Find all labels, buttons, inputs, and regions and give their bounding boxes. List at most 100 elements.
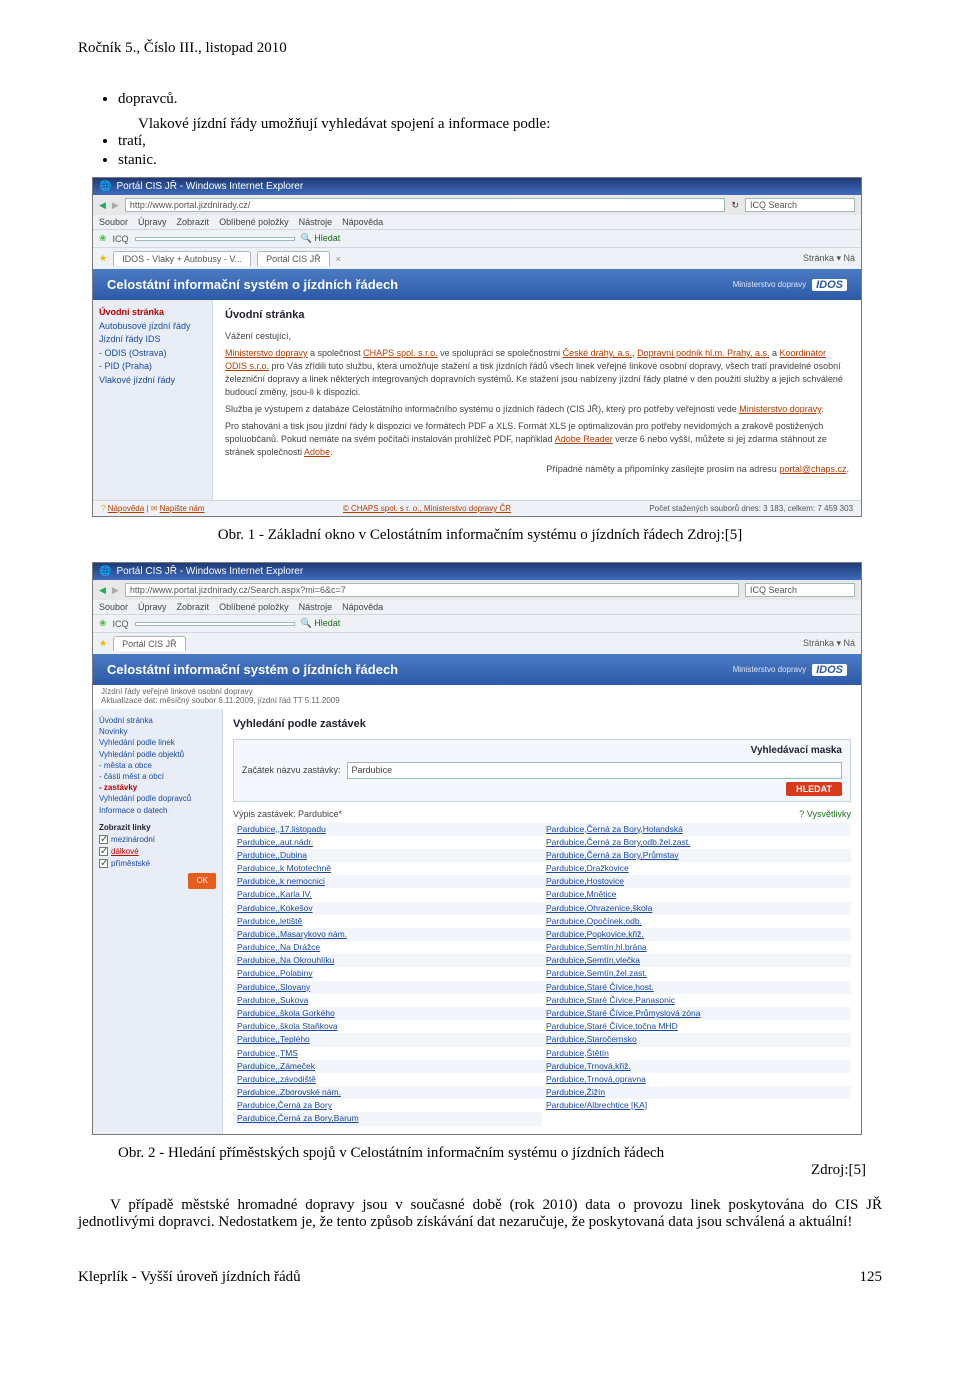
menu-item[interactable]: Soubor <box>99 602 128 612</box>
result-link[interactable]: Pardubice,,Slovany <box>233 981 542 994</box>
result-link[interactable]: Pardubice,,aut.nádr. <box>233 836 542 849</box>
tab[interactable]: IDOS - Vlaky + Autobusy - V... <box>113 251 251 266</box>
sidebar-subitem[interactable]: - části měst a obcí <box>99 771 216 782</box>
sidebar-item[interactable]: Vlakové jízdní řády <box>99 374 206 388</box>
result-link[interactable]: Pardubice,,Polabiny <box>233 967 542 980</box>
result-link[interactable]: Pardubice,,škola Staňkova <box>233 1020 542 1033</box>
sidebar-item[interactable]: Novinky <box>99 726 216 737</box>
footer-center[interactable]: © CHAPS spol. s r. o., Ministerstvo dopr… <box>343 504 511 513</box>
result-link[interactable]: Pardubice,Staré Čívice,Panasonic <box>542 994 851 1007</box>
menu-item[interactable]: Oblíbené položky <box>219 602 289 612</box>
result-link[interactable]: Pardubice,Staré Čívice,Průmyslová zóna <box>542 1007 851 1020</box>
result-link[interactable]: Pardubice,,k nemocnici <box>233 875 542 888</box>
result-link[interactable]: Pardubice,,TMS <box>233 1047 542 1060</box>
result-link[interactable]: Pardubice,,letiště <box>233 915 542 928</box>
sidebar-subitem[interactable]: - PID (Praha) <box>99 360 206 374</box>
result-link[interactable]: Pardubice,Štětín <box>542 1047 851 1060</box>
result-link[interactable]: Pardubice,,Na Drážce <box>233 941 542 954</box>
address-input[interactable]: http://www.portal.jizdnirady.cz/Search.a… <box>125 583 739 597</box>
result-link[interactable]: Pardubice,,17.listopadu <box>233 823 542 836</box>
menu-item[interactable]: Úpravy <box>138 217 167 227</box>
result-link[interactable]: Pardubice,,škola Gorkého <box>233 1007 542 1020</box>
write-link[interactable]: Napište nám <box>160 504 205 513</box>
tab-active[interactable]: Portál CIS JŘ <box>257 251 330 266</box>
result-link[interactable]: Pardubice,Semtín,hl.brána <box>542 941 851 954</box>
result-link[interactable]: Pardubice,,Dubina <box>233 849 542 862</box>
help-icon[interactable]: ? <box>101 504 105 513</box>
result-link[interactable]: Pardubice,Semtín,vlečka <box>542 954 851 967</box>
mask-input[interactable]: Pardubice <box>347 762 842 779</box>
link-adobe[interactable]: Adobe <box>304 447 330 457</box>
result-link[interactable]: Pardubice,Černá za Bory,Holandská <box>542 823 851 836</box>
back-button[interactable]: ◀ <box>99 585 106 596</box>
sidebar-item[interactable]: Vyhledání podle dopravců <box>99 793 216 804</box>
checkbox-international[interactable]: mezinárodní <box>99 834 216 845</box>
favorites-icon[interactable]: ★ <box>99 638 107 649</box>
menu-item[interactable]: Nápověda <box>342 602 383 612</box>
menu-item[interactable]: Úpravy <box>138 602 167 612</box>
link-cd[interactable]: České dráhy, a.s. <box>563 348 632 358</box>
result-link[interactable]: Pardubice,Semtín,žel.zast. <box>542 967 851 980</box>
result-link[interactable]: Pardubice/Albrechtice [KA] <box>542 1099 851 1112</box>
toolbar-right[interactable]: Stránka ▾ Ná <box>803 638 855 649</box>
sidebar-item-home[interactable]: Úvodní stránka <box>99 306 206 320</box>
ok-button[interactable]: OK <box>188 873 216 888</box>
icq-search-input[interactable] <box>135 237 295 241</box>
sidebar-item[interactable]: Vyhledání podle objektů <box>99 749 216 760</box>
result-link[interactable]: Pardubice,Staročernsko <box>542 1033 851 1046</box>
sidebar-item[interactable]: Vyhledání podle linek <box>99 737 216 748</box>
result-link[interactable]: Pardubice,Černá za Bory,Barum <box>233 1112 542 1125</box>
back-button[interactable]: ◀ <box>99 200 106 211</box>
menu-item[interactable]: Zobrazit <box>177 217 210 227</box>
result-link[interactable]: Pardubice,Staré Čívice,host. <box>542 981 851 994</box>
mail-icon[interactable]: ✉ <box>151 504 158 513</box>
address-input[interactable]: http://www.portal.jizdnirady.cz/ <box>125 198 726 212</box>
result-link[interactable]: Pardubice,,Kokešov <box>233 902 542 915</box>
result-link[interactable]: Pardubice,Černá za Bory,Průmstav <box>542 849 851 862</box>
legend-link[interactable]: ? Vysvětlivky <box>799 808 851 821</box>
result-link[interactable]: Pardubice,,Sukova <box>233 994 542 1007</box>
favorites-icon[interactable]: ★ <box>99 253 107 264</box>
toolbar-right[interactable]: Stránka ▾ Ná <box>803 253 855 264</box>
result-link[interactable]: Pardubice,Popkovice,křiž. <box>542 928 851 941</box>
sidebar-item[interactable]: Informace o datech <box>99 805 216 816</box>
result-link[interactable]: Pardubice,Hostovice <box>542 875 851 888</box>
link-ministry-2[interactable]: Ministerstvo dopravy <box>739 404 821 414</box>
result-link[interactable]: Pardubice,Mnětice <box>542 888 851 901</box>
result-link[interactable]: Pardubice,,Zborovské nám. <box>233 1086 542 1099</box>
result-link[interactable]: Pardubice,,Teplého <box>233 1033 542 1046</box>
sidebar-subitem[interactable]: - města a obce <box>99 760 216 771</box>
link-chaps[interactable]: CHAPS spol. s.r.o. <box>363 348 438 358</box>
result-link[interactable]: Pardubice,,Zámeček <box>233 1060 542 1073</box>
refresh-button[interactable]: ↻ <box>731 200 739 211</box>
link-adobe-reader[interactable]: Adobe Reader <box>555 434 613 444</box>
link-ministry[interactable]: Ministerstvo dopravy <box>225 348 308 358</box>
mail-link[interactable]: portal@chaps.cz <box>779 464 846 474</box>
sidebar-item[interactable]: Autobusové jízdní řády <box>99 320 206 334</box>
checkbox-suburban[interactable]: příměstské <box>99 858 216 869</box>
result-link[interactable]: Pardubice,Černá za Bory,odb.žel.zast. <box>542 836 851 849</box>
tab-active[interactable]: Portál CIS JŘ <box>113 636 186 651</box>
menu-item[interactable]: Nástroje <box>299 602 333 612</box>
menu-item[interactable]: Zobrazit <box>177 602 210 612</box>
result-link[interactable]: Pardubice,Černá za Bory <box>233 1099 542 1112</box>
sidebar-subitem-active[interactable]: - zastávky <box>99 782 216 793</box>
result-link[interactable]: Pardubice,Staré Čívice,točna MHD <box>542 1020 851 1033</box>
checkbox-longdistance[interactable]: dálkové <box>99 846 216 857</box>
menu-item[interactable]: Oblíbené položky <box>219 217 289 227</box>
search-button[interactable]: HLEDAT <box>786 782 842 796</box>
menu-item[interactable]: Nástroje <box>299 217 333 227</box>
search-button[interactable]: 🔍 Hledat <box>301 618 341 629</box>
forward-button[interactable]: ▶ <box>112 585 119 596</box>
result-link[interactable]: Pardubice,,Na Okrouhlíku <box>233 954 542 967</box>
sidebar-subitem[interactable]: - ODIS (Ostrava) <box>99 347 206 361</box>
result-link[interactable]: Pardubice,Dražkovice <box>542 862 851 875</box>
tab-close[interactable]: × <box>336 254 341 264</box>
sidebar-item[interactable]: Úvodní stránka <box>99 715 216 726</box>
search-field[interactable]: ICQ Search <box>745 583 855 597</box>
help-link[interactable]: Nápověda <box>108 504 144 513</box>
forward-button[interactable]: ▶ <box>112 200 119 211</box>
result-link[interactable]: Pardubice,Opočínek,odb. <box>542 915 851 928</box>
menu-item[interactable]: Nápověda <box>342 217 383 227</box>
result-link[interactable]: Pardubice,Ohrazenice,škola <box>542 902 851 915</box>
